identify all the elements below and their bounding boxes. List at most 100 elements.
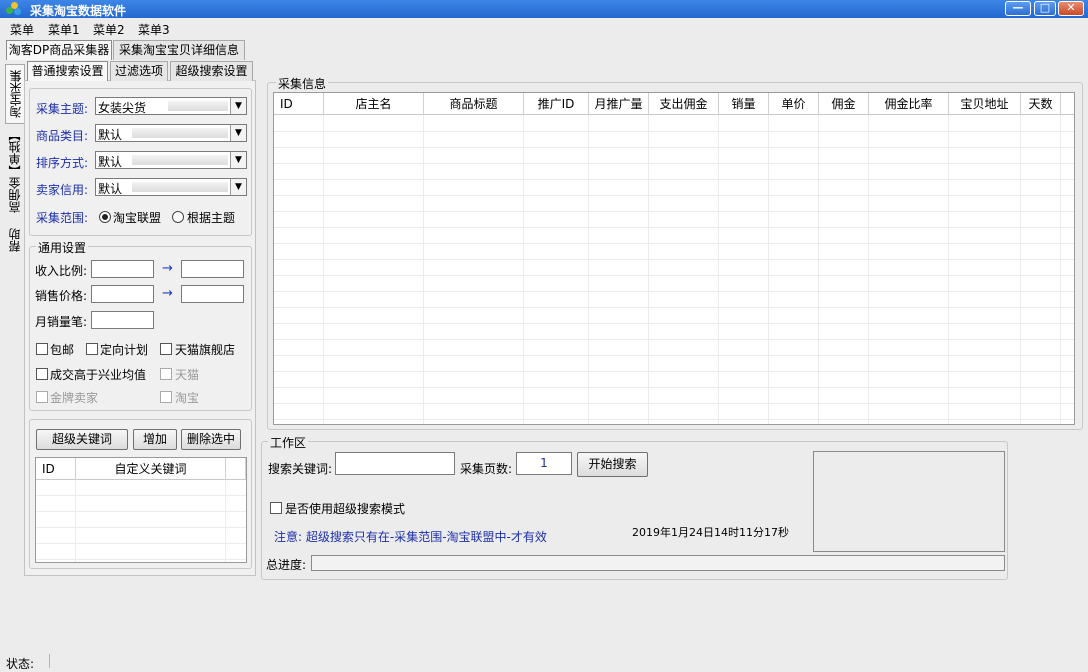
maximize-button[interactable]: □ — [1034, 1, 1056, 16]
table-row[interactable] — [274, 308, 1074, 324]
income-ratio-max-input[interactable] — [181, 260, 244, 278]
super-mode-checkbox[interactable] — [270, 502, 282, 514]
col-header-product-title: 商品标题 — [424, 93, 524, 115]
col-header-commission-paid: 支出佣金 — [649, 93, 719, 115]
credit-label: 卖家信用: — [36, 183, 89, 197]
chevron-down-icon: ▼ — [230, 152, 246, 168]
total-progress-bar — [311, 555, 1005, 571]
super-mode-label: 是否使用超级搜索模式 — [285, 502, 406, 516]
table-row[interactable] — [36, 496, 246, 512]
vtab-taobao-collect[interactable]: 淘宝采集 — [5, 64, 25, 124]
start-search-button[interactable]: 开始搜索 — [577, 452, 648, 477]
taobao-label: 淘宝 — [175, 391, 200, 405]
table-row[interactable] — [274, 196, 1074, 212]
col-header-shop-owner: 店主名 — [324, 93, 424, 115]
table-row[interactable] — [274, 228, 1074, 244]
col-custom-keyword-header: 自定义关键词 — [76, 458, 226, 480]
table-row[interactable] — [274, 244, 1074, 260]
menu-item-0[interactable]: 菜单 — [10, 21, 34, 38]
sort-select[interactable]: 默认 ▼ — [95, 151, 247, 169]
pages-input[interactable]: 1 — [516, 452, 572, 475]
income-ratio-label: 收入比例: — [35, 264, 88, 278]
col-header-unit-price: 单价 — [769, 93, 819, 115]
menu-item-3[interactable]: 菜单3 — [138, 21, 170, 38]
table-row[interactable] — [274, 260, 1074, 276]
credit-value: 默认 — [98, 182, 123, 196]
tmall-flagship-label: 天猫旗舰店 — [175, 343, 236, 357]
table-row[interactable] — [274, 324, 1074, 340]
delete-selected-button[interactable]: 删除选中 — [181, 429, 241, 450]
table-row[interactable] — [274, 116, 1074, 132]
sale-price-max-input[interactable] — [181, 285, 244, 303]
collect-info-title: 采集信息 — [276, 75, 329, 92]
credit-select[interactable]: 默认 ▼ — [95, 178, 247, 196]
close-button[interactable]: ✕ — [1058, 1, 1084, 16]
tmall-checkbox[interactable] — [160, 368, 172, 380]
col-header-days: 天数 — [1021, 93, 1061, 115]
monthly-sales-label: 月销量笔: — [35, 315, 88, 329]
subject-value: 女装尖货 — [98, 101, 147, 115]
tab-detail-info[interactable]: 采集淘宝宝贝详细信息 — [113, 40, 245, 60]
col-header-id: ID — [274, 93, 324, 115]
above-average-checkbox[interactable] — [36, 368, 48, 380]
table-row[interactable] — [36, 528, 246, 544]
keywords-grid-header: ID 自定义关键词 — [36, 458, 246, 480]
super-keywords-button[interactable]: 超级关键词 — [36, 429, 128, 450]
menu-bar: 菜单 菜单1 菜单2 菜单3 — [0, 18, 1088, 38]
table-row[interactable] — [274, 132, 1074, 148]
tmall-label: 天猫 — [175, 368, 200, 382]
app-icon — [6, 2, 22, 16]
col-header-monthly-promo: 月推广量 — [589, 93, 649, 115]
directed-plan-checkbox[interactable] — [86, 343, 98, 355]
minimize-button[interactable]: — — [1005, 1, 1031, 16]
keywords-grid[interactable]: ID 自定义关键词 — [35, 457, 247, 563]
table-row[interactable] — [36, 512, 246, 528]
col-header-sales: 销量 — [719, 93, 769, 115]
table-row[interactable] — [36, 544, 246, 560]
table-row[interactable] — [274, 212, 1074, 228]
window-title: 采集淘宝数据软件 — [30, 4, 127, 18]
scope-radio-alliance[interactable] — [99, 211, 111, 223]
notice-text: 注意: 超级搜索只有在-采集范围-淘宝联盟中-才有效 — [274, 530, 547, 544]
table-row[interactable] — [274, 148, 1074, 164]
taobao-checkbox[interactable] — [160, 391, 172, 403]
table-row[interactable] — [274, 180, 1074, 196]
subject-select[interactable]: 女装尖货 ▼ — [95, 97, 247, 115]
sale-price-min-input[interactable] — [91, 285, 154, 303]
tab-normal-search[interactable]: 普通搜索设置 — [27, 61, 108, 81]
tab-dp-collector[interactable]: 淘客DP商品采集器 — [6, 40, 112, 60]
chevron-down-icon: ▼ — [230, 179, 246, 195]
table-row[interactable] — [274, 388, 1074, 404]
col-header-item-url: 宝贝地址 — [949, 93, 1021, 115]
table-row[interactable] — [274, 356, 1074, 372]
income-ratio-min-input[interactable] — [91, 260, 154, 278]
table-row[interactable] — [274, 164, 1074, 180]
menu-item-1[interactable]: 菜单1 — [48, 21, 80, 38]
vtab-high-commission[interactable]: 高佣金【单独】 — [5, 126, 25, 216]
col-header-commission-rate: 佣金比率 — [869, 93, 949, 115]
monthly-sales-input[interactable] — [91, 311, 154, 329]
free-shipping-checkbox[interactable] — [36, 343, 48, 355]
status-label: 状态: — [6, 657, 35, 671]
table-row[interactable] — [36, 480, 246, 496]
table-row[interactable] — [274, 292, 1074, 308]
tmall-flagship-checkbox[interactable] — [160, 343, 172, 355]
table-row[interactable] — [274, 404, 1074, 420]
gold-seller-checkbox[interactable] — [36, 391, 48, 403]
table-row[interactable] — [274, 372, 1074, 388]
table-row[interactable] — [274, 340, 1074, 356]
tab-filter-options[interactable]: 过滤选项 — [110, 61, 168, 81]
arrow-right-icon: → — [162, 286, 173, 301]
collect-grid-header: ID 店主名 商品标题 推广ID 月推广量 支出佣金 销量 单价 佣金 佣金比率… — [274, 93, 1074, 115]
menu-item-2[interactable]: 菜单2 — [93, 21, 125, 38]
directed-plan-label: 定向计划 — [100, 343, 149, 357]
add-keyword-button[interactable]: 增加 — [133, 429, 177, 450]
search-keyword-input[interactable] — [335, 452, 455, 475]
general-settings-title: 通用设置 — [36, 239, 89, 256]
collect-grid[interactable]: ID 店主名 商品标题 推广ID 月推广量 支出佣金 销量 单价 佣金 佣金比率… — [273, 92, 1075, 425]
scope-radio-subject[interactable] — [172, 211, 184, 223]
tab-super-search[interactable]: 超级搜索设置 — [170, 61, 253, 81]
table-row[interactable] — [274, 276, 1074, 292]
category-select[interactable]: 默认 ▼ — [95, 124, 247, 142]
vtab-help[interactable]: 帮助 — [5, 220, 25, 260]
